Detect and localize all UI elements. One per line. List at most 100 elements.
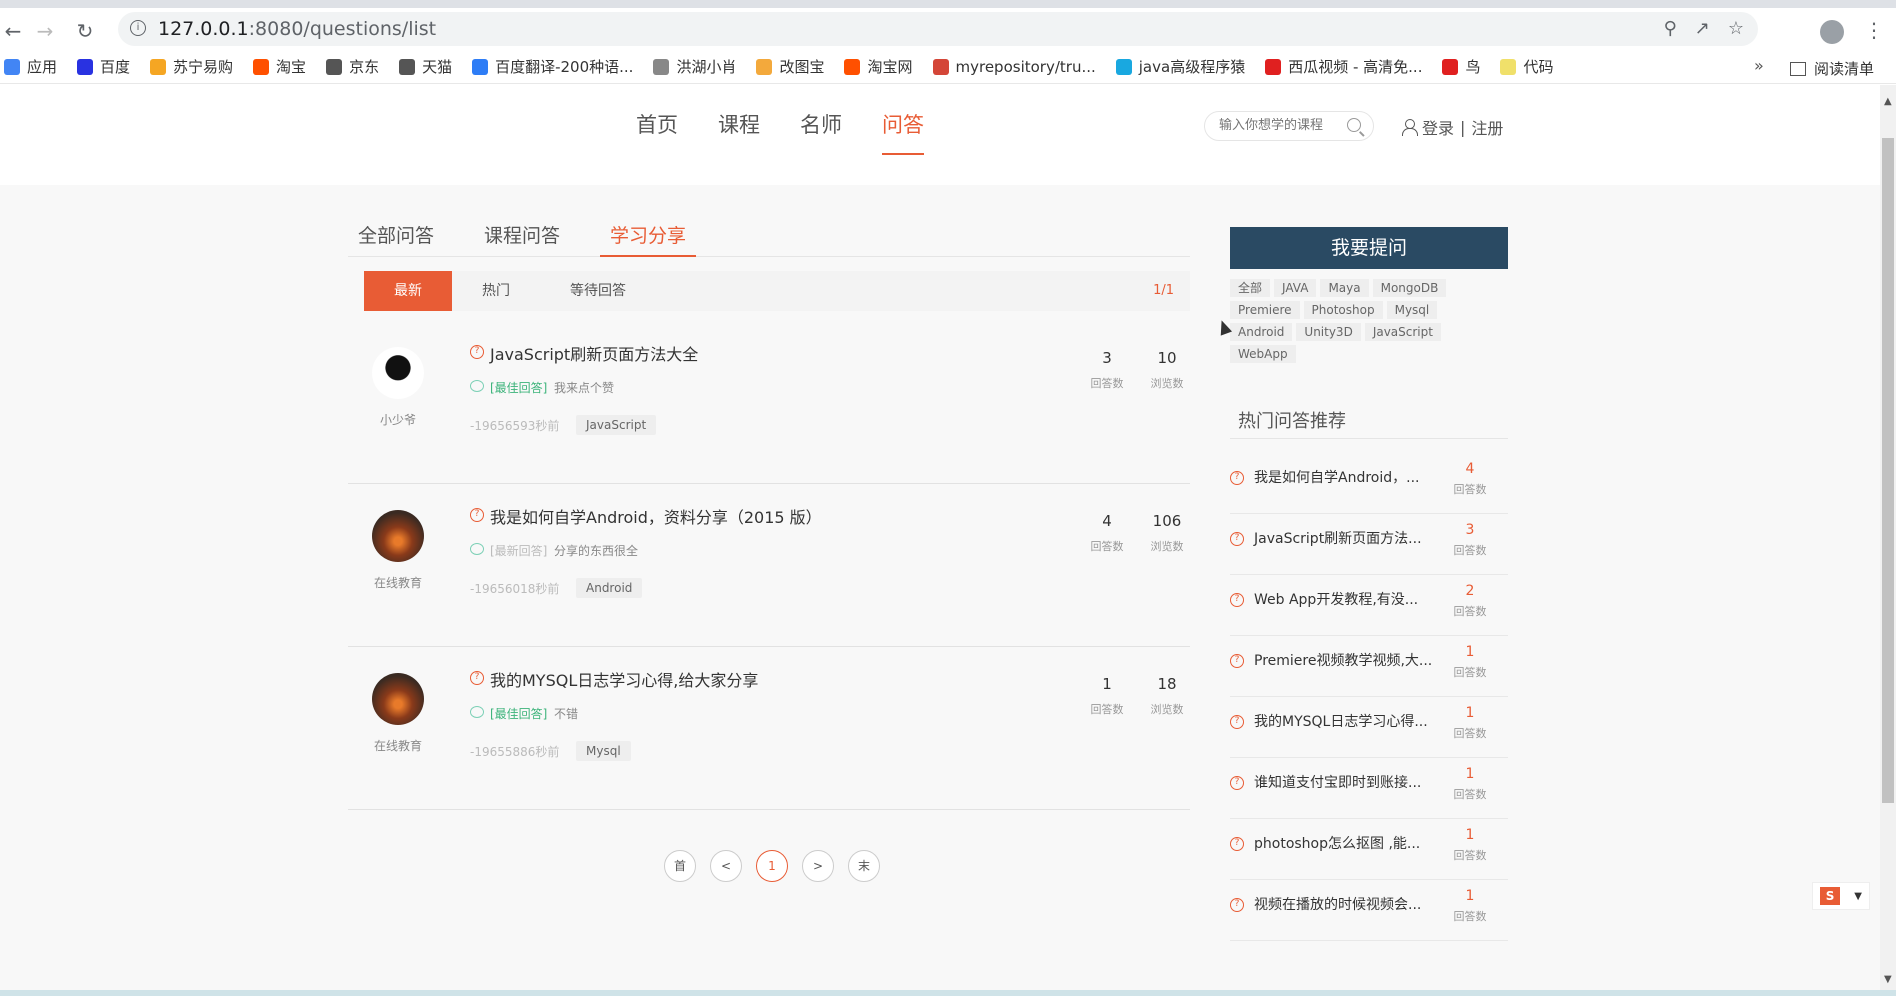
hot-question-title[interactable]: photoshop怎么抠图 ,能... [1254,833,1420,853]
hot-question-title[interactable]: Web App开发教程,有没... [1254,589,1418,609]
hot-question-title[interactable]: 视频在播放的时候视频会... [1254,894,1421,914]
bookmark-item[interactable]: 京东 [326,56,379,77]
question-title[interactable]: 我是如何自学Android，资料分享（2015 版） [490,504,822,528]
bookmark-item[interactable]: 改图宝 [756,56,824,77]
reading-list[interactable]: 阅读清单 [1790,58,1874,79]
site-info-icon[interactable]: i [130,20,146,36]
bookmark-item[interactable]: java高级程序猿 [1115,56,1245,77]
menu-icon[interactable]: ⋮ [1864,18,1884,42]
register-link[interactable]: 注册 [1471,115,1503,139]
hot-question-item[interactable]: ? 我是如何自学Android，... 4 回答数 [1230,453,1508,514]
page-button[interactable]: > [802,850,834,882]
ask-question-button[interactable]: 我要提问 [1230,227,1508,269]
bookmark-item[interactable]: 天猫 [399,56,452,77]
avatar[interactable] [372,510,424,562]
tag-chip[interactable]: Android [1230,323,1293,341]
answer-preview[interactable]: 分享的东西很全 [554,542,638,559]
hot-question-title[interactable]: 我的MYSQL日志学习心得... [1254,711,1428,731]
avatar[interactable] [372,673,424,725]
tag-chip[interactable]: Maya [1320,279,1369,297]
hot-question-item[interactable]: ? 视频在播放的时候视频会... 1 回答数 [1230,880,1508,941]
author-name[interactable]: 在线教育 [348,737,448,754]
hot-question-item[interactable]: ? 谁知道支付宝即时到账接... 1 回答数 [1230,758,1508,819]
tag-chip[interactable]: Photoshop [1303,301,1383,319]
filter-tab[interactable]: 最新 [364,271,452,311]
tag-chip[interactable]: JAVA [1274,279,1317,297]
hot-question-title[interactable]: JavaScript刷新页面方法... [1254,528,1422,548]
question-title[interactable]: 我的MYSQL日志学习心得,给大家分享 [490,667,758,691]
answer-preview[interactable]: 不错 [554,705,578,722]
hot-question-item[interactable]: ? 我的MYSQL日志学习心得... 1 回答数 [1230,697,1508,758]
question-tab[interactable]: 课程问答 [474,221,570,257]
nav-item[interactable]: 名师 [800,109,842,155]
bookmark-label: 百度翻译-200种语... [495,58,634,76]
author-name[interactable]: 小少爷 [348,411,448,428]
bookmark-item[interactable]: 百度 [77,56,130,77]
question-tab[interactable]: 学习分享 [600,221,697,257]
hot-question-item[interactable]: ? JavaScript刷新页面方法... 3 回答数 [1230,514,1508,575]
bookmark-item[interactable]: 代码 [1500,56,1554,77]
reload-icon[interactable]: ↻ [72,18,98,44]
question-tag[interactable]: JavaScript [576,415,657,435]
view-count: 10 浏览数 [1142,349,1192,391]
hot-question-item[interactable]: ? Web App开发教程,有没... 2 回答数 [1230,575,1508,636]
bookmark-item[interactable]: 淘宝 [253,56,306,77]
bookmark-item[interactable]: 淘宝网 [844,56,913,77]
question-tag[interactable]: Android [576,578,643,598]
nav-item[interactable]: 问答 [882,109,924,155]
hot-question-title[interactable]: 我是如何自学Android，... [1254,467,1419,487]
search-box[interactable] [1204,111,1374,141]
filter-tab[interactable]: 等待回答 [540,271,656,311]
tag-chip[interactable]: MongoDB [1372,279,1447,297]
bookmark-item[interactable]: 鸟 [1442,56,1480,77]
filter-tab[interactable]: 热门 [452,271,540,311]
hot-question-title[interactable]: Premiere视频教学视频,大... [1254,650,1432,670]
scroll-down-icon[interactable]: ▼ [1884,974,1892,985]
page-button[interactable]: 首 [664,850,696,882]
question-title[interactable]: JavaScript刷新页面方法大全 [490,341,698,365]
bookmark-item[interactable]: myrepository/tru... [932,58,1096,76]
chevron-down-icon[interactable]: ▼ [1854,891,1862,902]
page-button[interactable]: 末 [848,850,880,882]
nav-item[interactable]: 课程 [718,109,760,155]
forward-icon[interactable]: → [32,18,58,44]
tag-chip[interactable]: Premiere [1230,301,1300,319]
search-icon[interactable] [1347,118,1361,132]
scroll-up-icon[interactable]: ▲ [1884,96,1892,107]
avatar[interactable] [372,347,424,399]
bookmark-item[interactable]: 西瓜视频 - 高清免... [1265,56,1422,77]
scrollbar-thumb[interactable] [1882,138,1894,803]
bookmarks-more-icon[interactable]: » [1754,56,1764,75]
hot-question-item[interactable]: ? Premiere视频教学视频,大... 1 回答数 [1230,636,1508,697]
zoom-icon[interactable]: ⚲ [1664,18,1677,39]
share-icon[interactable]: ↗ [1695,18,1710,39]
search-input[interactable] [1219,118,1339,133]
login-link[interactable]: 登录 [1422,115,1454,139]
back-icon[interactable]: ← [0,18,26,44]
profile-avatar-icon[interactable] [1820,20,1844,44]
tag-chip[interactable]: WebApp [1230,345,1296,363]
bookmark-item[interactable]: 应用 [4,56,57,77]
hot-question-item[interactable]: ? photoshop怎么抠图 ,能... 1 回答数 [1230,819,1508,880]
address-bar[interactable]: i 127.0.0.1:8080/questions/list ⚲ ↗ ☆ [118,12,1758,46]
page-button[interactable]: < [710,850,742,882]
page-button[interactable]: 1 [756,850,788,882]
bookmark-item[interactable]: 苏宁易购 [150,56,233,77]
tag-chip[interactable]: JavaScript [1364,323,1441,341]
question-tag[interactable]: Mysql [576,741,631,761]
bookmark-item[interactable]: 洪湖小肖 [653,56,736,77]
question-mark-icon: ? [1230,654,1244,668]
answer-count: 3 回答数 [1082,349,1132,391]
tag-chip[interactable]: 全部 [1230,279,1271,297]
author-name[interactable]: 在线教育 [348,574,448,591]
nav-item[interactable]: 首页 [636,109,678,155]
floating-widget[interactable]: S ▼ [1812,882,1870,910]
tag-chip[interactable]: Unity3D [1296,323,1361,341]
answer-preview[interactable]: 我来点个赞 [554,379,614,396]
bookmark-favicon-icon [326,58,343,75]
question-tab[interactable]: 全部问答 [348,221,444,257]
hot-question-title[interactable]: 谁知道支付宝即时到账接... [1254,772,1421,792]
star-icon[interactable]: ☆ [1728,18,1744,39]
tag-chip[interactable]: Mysql [1386,301,1438,319]
bookmark-item[interactable]: 百度翻译-200种语... [472,56,633,77]
